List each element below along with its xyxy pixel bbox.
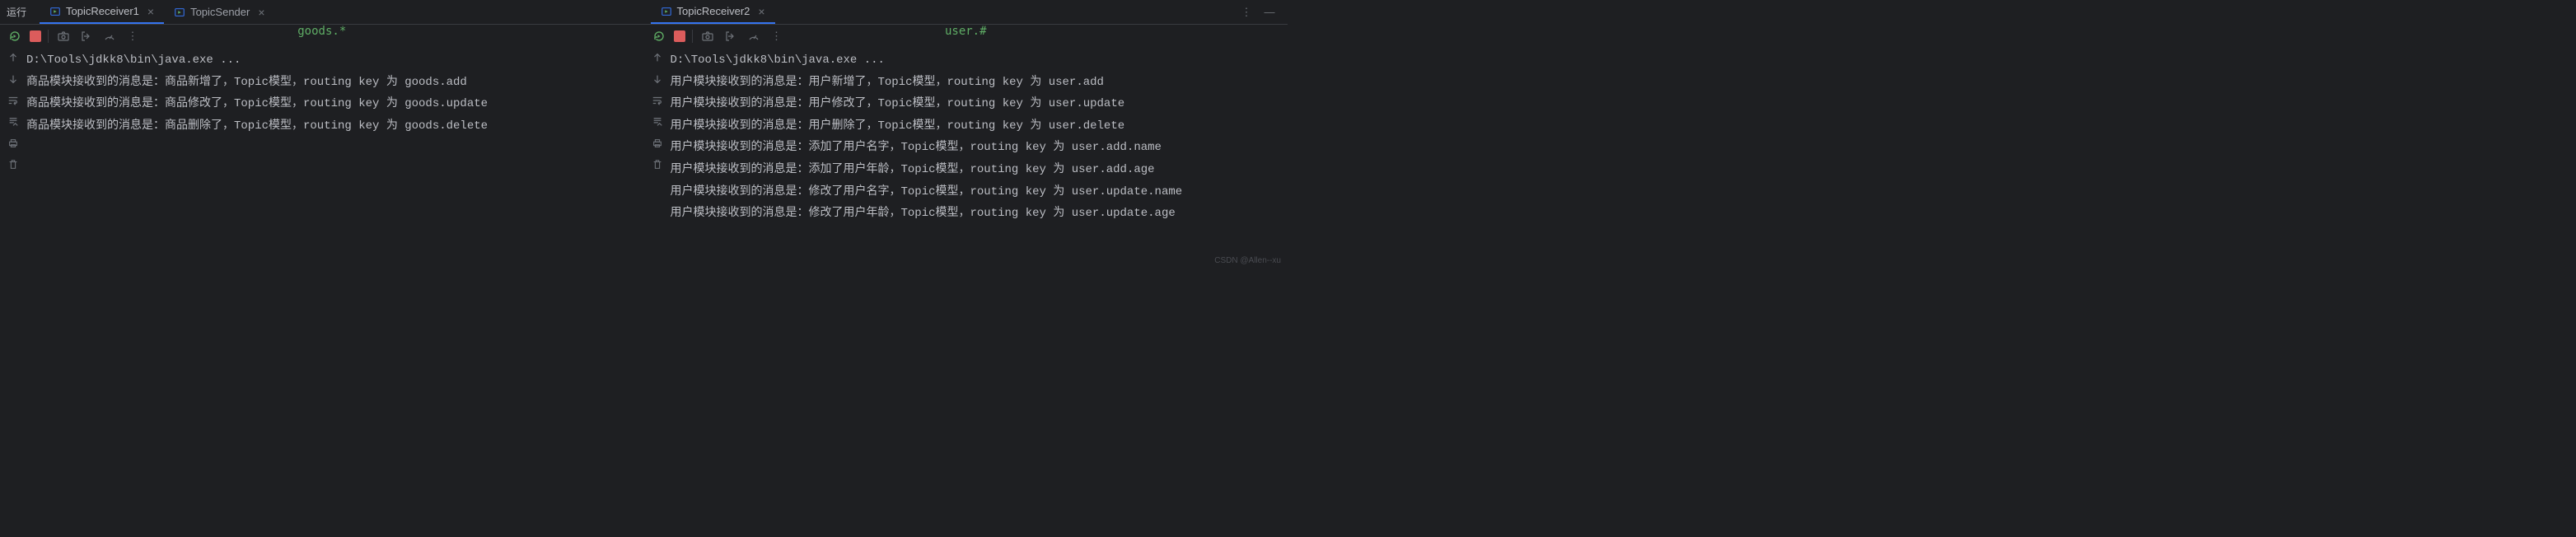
close-icon[interactable]: × bbox=[147, 5, 154, 18]
tab-topicreceiver2[interactable]: TopicReceiver2 × bbox=[651, 0, 775, 24]
stop-button[interactable] bbox=[30, 30, 41, 42]
close-icon[interactable]: × bbox=[758, 5, 764, 18]
run-config-icon bbox=[49, 6, 61, 17]
tab-topicsender[interactable]: TopicSender × bbox=[164, 0, 274, 24]
right-pane: TopicReceiver2 × ⋮ — ⋮ user.# bbox=[644, 0, 1288, 268]
exit-icon[interactable] bbox=[722, 28, 739, 44]
close-icon[interactable]: × bbox=[258, 6, 264, 19]
separator bbox=[692, 30, 693, 43]
console-right[interactable]: D:\Tools\jdkk8\bin\java.exe ... 用户模块接收到的… bbox=[671, 48, 1288, 268]
trash-icon[interactable] bbox=[651, 158, 664, 171]
content-right: D:\Tools\jdkk8\bin\java.exe ... 用户模块接收到的… bbox=[644, 48, 1288, 268]
run-label: 运行 bbox=[7, 5, 26, 19]
camera-icon[interactable] bbox=[699, 28, 716, 44]
annotation-left: goods.* bbox=[297, 25, 346, 38]
more-icon[interactable]: ⋮ bbox=[1238, 4, 1255, 21]
wrap-icon[interactable] bbox=[651, 94, 664, 107]
watermark: CSDN @Allen--xu bbox=[1214, 256, 1281, 265]
exit-icon[interactable] bbox=[78, 28, 95, 44]
print-icon[interactable] bbox=[651, 137, 664, 150]
content-left: D:\Tools\jdkk8\bin\java.exe ... 商品模块接收到的… bbox=[0, 48, 644, 268]
tab-label: TopicSender bbox=[190, 6, 250, 18]
run-config-icon bbox=[661, 6, 672, 17]
down-icon[interactable] bbox=[651, 72, 664, 86]
more-icon[interactable]: ⋮ bbox=[124, 28, 141, 44]
separator bbox=[48, 30, 49, 43]
annotation-right: user.# bbox=[945, 25, 987, 38]
tab-label: TopicReceiver1 bbox=[66, 5, 139, 17]
rerun-button[interactable] bbox=[7, 28, 23, 44]
up-icon[interactable] bbox=[7, 51, 20, 64]
gutter-left bbox=[0, 48, 26, 268]
scroll-icon[interactable] bbox=[7, 115, 20, 128]
rerun-button[interactable] bbox=[651, 28, 667, 44]
up-icon[interactable] bbox=[651, 51, 664, 64]
tab-topicreceiver1[interactable]: TopicReceiver1 × bbox=[40, 0, 164, 24]
run-config-icon bbox=[174, 7, 185, 18]
camera-icon[interactable] bbox=[55, 28, 72, 44]
trash-icon[interactable] bbox=[7, 158, 20, 171]
tabbar-actions: ⋮ — bbox=[1238, 4, 1288, 21]
scroll-icon[interactable] bbox=[651, 115, 664, 128]
tabbar-left: 运行 TopicReceiver1 × TopicSender × bbox=[0, 0, 644, 25]
gutter-right bbox=[644, 48, 671, 268]
minimize-icon[interactable]: — bbox=[1261, 4, 1278, 21]
gauge-icon[interactable] bbox=[746, 28, 762, 44]
tabbar-right: TopicReceiver2 × ⋮ — bbox=[644, 0, 1288, 25]
gauge-icon[interactable] bbox=[101, 28, 118, 44]
left-pane: 运行 TopicReceiver1 × TopicSender × bbox=[0, 0, 644, 268]
wrap-icon[interactable] bbox=[7, 94, 20, 107]
more-icon[interactable]: ⋮ bbox=[769, 28, 785, 44]
stop-button[interactable] bbox=[674, 30, 685, 42]
print-icon[interactable] bbox=[7, 137, 20, 150]
tab-label: TopicReceiver2 bbox=[677, 5, 750, 17]
console-left[interactable]: D:\Tools\jdkk8\bin\java.exe ... 商品模块接收到的… bbox=[26, 48, 644, 268]
down-icon[interactable] bbox=[7, 72, 20, 86]
